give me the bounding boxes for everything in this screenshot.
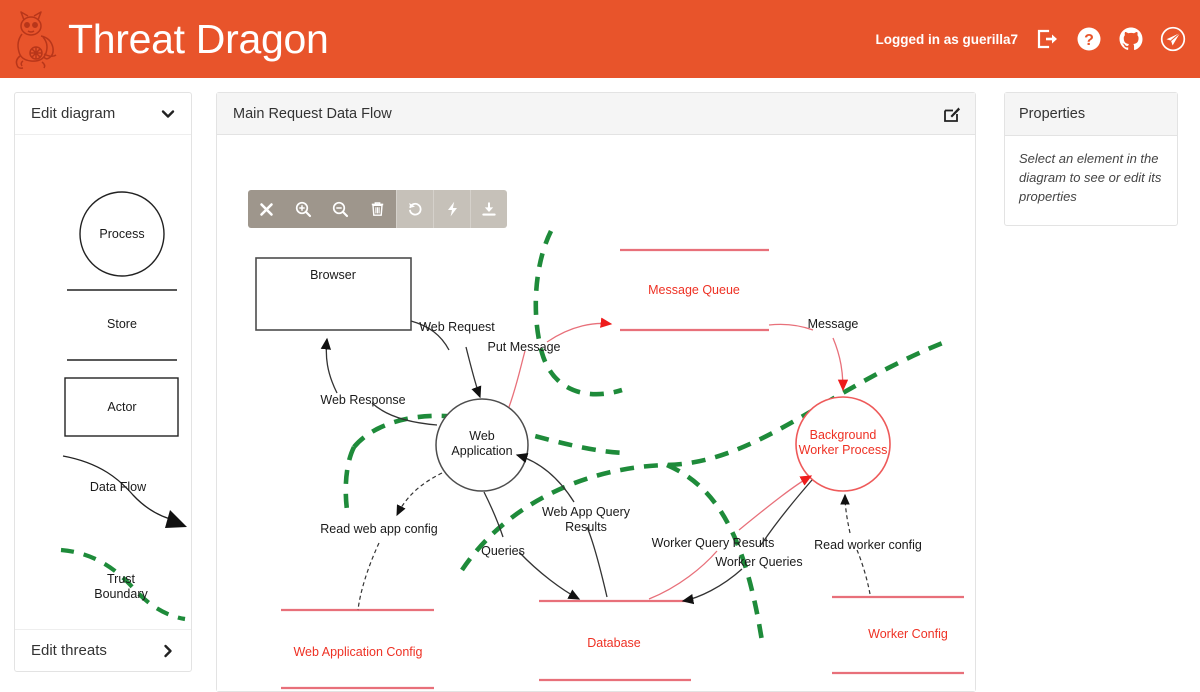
sidebar-item-edit-diagram[interactable]: Edit diagram — [15, 93, 191, 135]
dragon-logo-icon — [10, 8, 62, 70]
undo-button[interactable] — [396, 190, 433, 228]
paper-plane-icon[interactable] — [1160, 26, 1186, 52]
diagram-flow-message[interactable]: Message — [768, 317, 859, 392]
diagram-canvas[interactable]: Browser Web Application Background Worke… — [217, 135, 975, 691]
svg-text:Results: Results — [565, 520, 607, 534]
properties-panel: Properties Select an element in the diag… — [1004, 92, 1178, 226]
svg-text:Database: Database — [587, 636, 641, 650]
github-icon[interactable] — [1118, 26, 1144, 52]
brand: Threat Dragon — [0, 8, 329, 70]
svg-text:?: ? — [1084, 32, 1094, 49]
diagram-card: Main Request Data Flow Browser Web Appli… — [216, 92, 976, 692]
diagram-node-web-application[interactable]: Web Application — [435, 398, 529, 492]
sign-out-icon[interactable] — [1034, 26, 1060, 52]
close-button[interactable] — [248, 190, 285, 228]
diagram-flow-read-web-app-config[interactable]: Read web app config — [320, 472, 443, 611]
svg-text:Put Message: Put Message — [488, 340, 561, 354]
svg-text:Browser: Browser — [310, 268, 356, 282]
left-sidebar: Edit diagram Process Store Actor Data Fl… — [14, 92, 192, 672]
diagram-node-message-queue[interactable]: Message Queue — [620, 248, 769, 332]
svg-text:Web App Query: Web App Query — [542, 505, 631, 519]
svg-text:Background: Background — [810, 428, 877, 442]
stencil-store[interactable]: Store — [67, 289, 177, 361]
diagram-header: Main Request Data Flow — [217, 93, 975, 135]
diagram-flow-web-response[interactable]: Web Response — [320, 337, 438, 426]
svg-text:Process: Process — [99, 227, 144, 241]
svg-text:Worker Config: Worker Config — [868, 627, 948, 641]
svg-text:Web Response: Web Response — [320, 393, 405, 407]
trust-boundary-top-center[interactable] — [533, 229, 623, 397]
properties-title: Properties — [1005, 93, 1177, 136]
svg-text:Web Application Config: Web Application Config — [293, 645, 422, 659]
app-header: Threat Dragon Logged in as guerilla7 ? — [0, 0, 1200, 78]
svg-text:Trust: Trust — [107, 572, 136, 586]
zoom-in-button[interactable] — [285, 190, 322, 228]
diagram-node-database[interactable]: Database — [539, 599, 691, 682]
lightning-icon[interactable] — [433, 190, 470, 228]
svg-text:Worker Query Results: Worker Query Results — [652, 536, 775, 550]
app-title: Threat Dragon — [68, 15, 329, 62]
diagram-node-browser[interactable]: Browser — [255, 257, 412, 331]
svg-text:Read worker config: Read worker config — [814, 538, 922, 552]
svg-text:Actor: Actor — [107, 400, 136, 414]
diagram-node-web-application-config[interactable]: Web Application Config — [281, 608, 434, 690]
chevron-down-icon — [161, 107, 175, 121]
stencil-process[interactable]: Process — [79, 191, 165, 277]
stencil-actor[interactable]: Actor — [64, 377, 179, 437]
diagram-flow-web-app-query-results[interactable]: Web App Query Results — [515, 453, 631, 598]
diagram-title: Main Request Data Flow — [233, 105, 392, 122]
stencil-data-flow[interactable]: Data Flow — [62, 455, 187, 528]
help-question-icon[interactable]: ? — [1076, 26, 1102, 52]
svg-text:Store: Store — [107, 317, 137, 331]
properties-empty-message: Select an element in the diagram to see … — [1019, 151, 1162, 204]
edit-square-icon[interactable] — [943, 105, 961, 123]
stencil-palette: Process Store Actor Data Flow Trust Boun… — [15, 135, 191, 629]
svg-text:Web Request: Web Request — [419, 320, 495, 334]
svg-text:Message Queue: Message Queue — [648, 283, 740, 297]
header-actions: Logged in as guerilla7 ? — [875, 26, 1200, 52]
diagram-node-worker-config[interactable]: Worker Config — [832, 595, 964, 675]
stencil-trust-boundary[interactable]: Trust Boundary — [60, 547, 186, 622]
canvas-toolbar — [248, 190, 507, 228]
svg-text:Web: Web — [469, 429, 495, 443]
sidebar-item-edit-threats[interactable]: Edit threats — [15, 629, 191, 671]
download-button[interactable] — [470, 190, 507, 228]
diagram-flow-web-request[interactable]: Web Request — [410, 320, 495, 399]
svg-text:Worker Queries: Worker Queries — [715, 555, 802, 569]
svg-text:Application: Application — [451, 444, 512, 458]
svg-text:Queries: Queries — [481, 544, 525, 558]
svg-text:Data Flow: Data Flow — [90, 480, 147, 494]
diagram-flow-read-worker-config[interactable]: Read worker config — [814, 493, 922, 595]
svg-text:Read web app config: Read web app config — [320, 522, 437, 536]
svg-text:Worker Process: Worker Process — [799, 443, 888, 457]
chevron-right-icon — [161, 644, 175, 658]
svg-text:Message: Message — [808, 317, 859, 331]
diagram-flow-worker-query-results[interactable]: Worker Query Results — [648, 475, 813, 600]
trash-icon[interactable] — [359, 190, 396, 228]
edit-diagram-label: Edit diagram — [31, 105, 116, 122]
edit-threats-label: Edit threats — [31, 642, 107, 659]
login-status: Logged in as guerilla7 — [875, 31, 1018, 47]
zoom-out-button[interactable] — [322, 190, 359, 228]
svg-text:Boundary: Boundary — [94, 587, 148, 601]
